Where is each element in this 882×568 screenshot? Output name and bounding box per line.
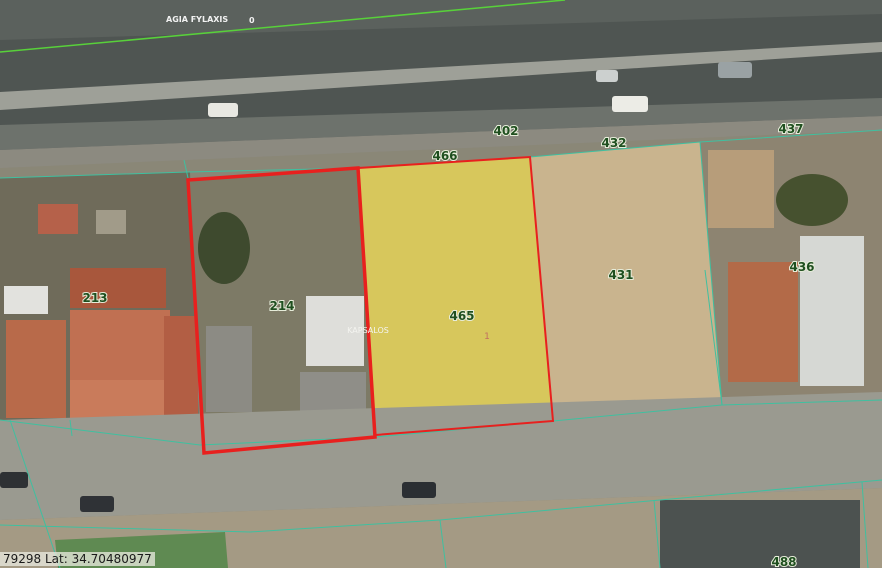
parcel-214-label[interactable]: 214 (268, 298, 295, 314)
house-roof (728, 262, 798, 382)
plot-465-highlight (358, 157, 553, 435)
car (80, 496, 114, 512)
road-name-label: AGIA FYLAXIS (166, 15, 228, 24)
house-roof (164, 316, 198, 416)
house-roof (38, 204, 78, 234)
yard (708, 150, 774, 228)
solar-panel-roof (660, 500, 860, 568)
parcel-437-label[interactable]: 437 (777, 121, 804, 137)
car (612, 96, 648, 112)
parcel-466-label[interactable]: 466 (431, 148, 458, 164)
house-roof (70, 310, 170, 380)
cadastral-map[interactable]: AGIA FYLAXIS 0 402 466 432 437 213 214 4… (0, 0, 882, 568)
parcel-402-label[interactable]: 402 (492, 123, 519, 139)
parcel-465-label[interactable]: 465 (448, 308, 475, 324)
parcel-432-label[interactable]: 432 (600, 135, 627, 151)
car (0, 472, 28, 488)
house-roof (6, 320, 66, 418)
house-roof (800, 236, 864, 386)
coordinate-readout: 79298 Lat: 34.70480977 (0, 552, 155, 566)
parcel-488-label[interactable]: 488 (770, 554, 797, 568)
parcel-436-label[interactable]: 436 (788, 259, 815, 275)
house-roof (4, 286, 48, 314)
tree (776, 174, 848, 226)
parcel-213-label[interactable]: 213 (81, 290, 108, 306)
tree (198, 212, 250, 284)
sheet-marker: 1 (484, 332, 490, 342)
car (596, 70, 618, 82)
district-label: KAPSALOS (347, 326, 389, 335)
parcel-431-label[interactable]: 431 (607, 267, 634, 283)
map-canvas: AGIA FYLAXIS 0 402 466 432 437 213 214 4… (0, 0, 882, 568)
shed-roof (206, 326, 252, 412)
road-marker-label: 0 (249, 16, 255, 25)
car (402, 482, 436, 498)
car (718, 62, 752, 78)
car (208, 103, 238, 117)
house-roof (96, 210, 126, 234)
